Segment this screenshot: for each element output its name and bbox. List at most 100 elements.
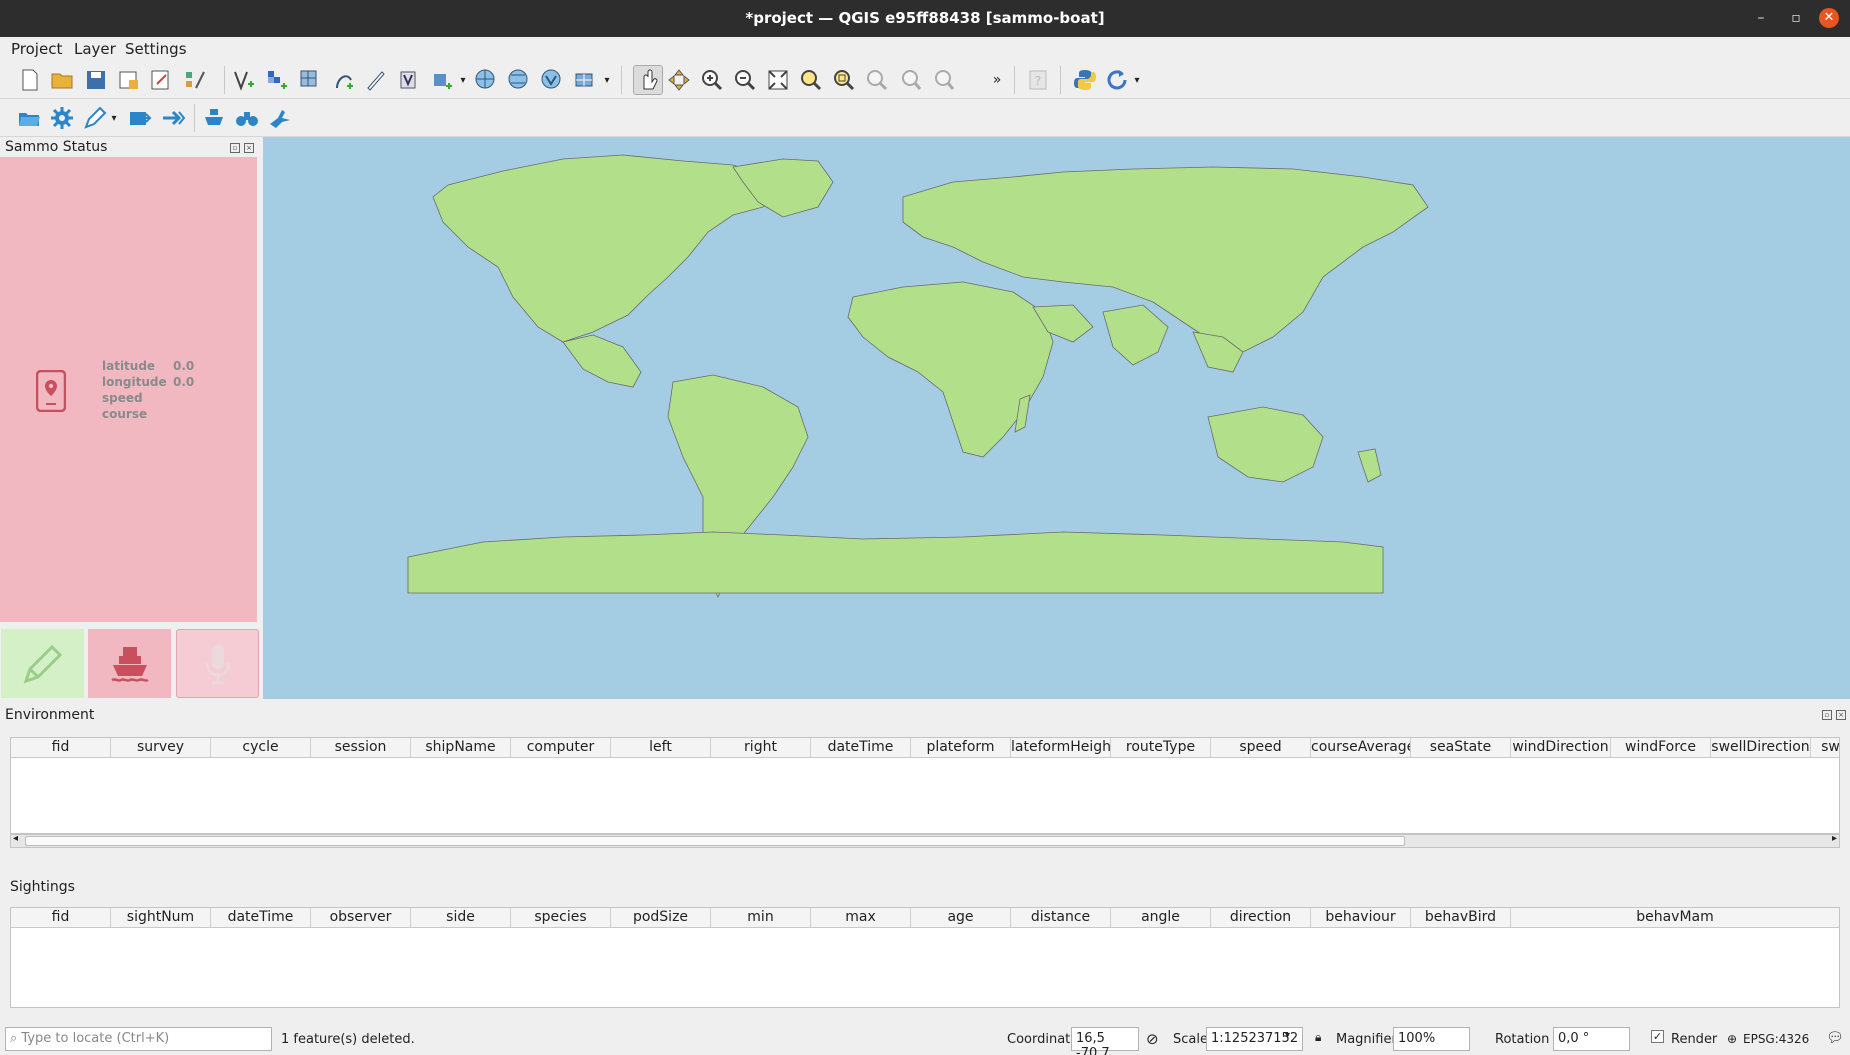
chevron-down-icon[interactable]: ▾: [457, 67, 469, 93]
column-header-direction[interactable]: direction: [1211, 908, 1311, 927]
column-header-sightnum[interactable]: sightNum: [111, 908, 211, 927]
restore-button[interactable]: ▫: [1786, 8, 1806, 28]
column-header-plateform[interactable]: plateform: [911, 738, 1011, 757]
scroll-left-icon[interactable]: ◂: [13, 833, 18, 844]
microphone-button[interactable]: [176, 629, 259, 698]
chevron-down-icon[interactable]: ▾: [1131, 67, 1143, 93]
environment-horizontal-scrollbar[interactable]: ◂ ▸: [10, 833, 1840, 848]
zoom-to-layer-icon[interactable]: [831, 67, 857, 93]
rotation-field[interactable]: 0,0 °: [1553, 1027, 1630, 1051]
column-header-survey[interactable]: survey: [111, 738, 211, 757]
column-header-lateformheigh[interactable]: lateformHeigh: [1011, 738, 1111, 757]
column-header-speed[interactable]: speed: [1211, 738, 1311, 757]
minimize-button[interactable]: –: [1751, 8, 1771, 28]
edit-mode-button[interactable]: [1, 629, 84, 698]
column-header-shipname[interactable]: shipName: [411, 738, 511, 757]
zoom-to-selection-icon[interactable]: [798, 67, 824, 93]
coordinate-field[interactable]: 16,5 -70,7: [1071, 1027, 1139, 1055]
add-vector-tile-icon[interactable]: [572, 67, 598, 93]
new-mesh-layer-icon[interactable]: [297, 67, 323, 93]
python-console-icon[interactable]: [1072, 67, 1098, 93]
new-virtual-layer-icon[interactable]: [396, 67, 422, 93]
new-temporary-layer-icon[interactable]: [330, 67, 356, 93]
toolbar-overflow-icon[interactable]: »: [989, 67, 1005, 93]
add-wms-layer-icon[interactable]: [473, 67, 499, 93]
dock-close-icon[interactable]: ×: [1836, 710, 1846, 720]
column-header-seastate[interactable]: seaState: [1411, 738, 1511, 757]
forward-arrow-icon[interactable]: [160, 105, 186, 131]
chevron-down-icon[interactable]: ▾: [1285, 1030, 1290, 1041]
edit-pencil-icon[interactable]: [82, 105, 108, 131]
column-header-distance[interactable]: distance: [1011, 908, 1111, 927]
add-wfs-layer-icon[interactable]: [506, 67, 532, 93]
column-header-courseaverage[interactable]: courseAverage: [1311, 738, 1411, 757]
zoom-in-icon[interactable]: [699, 67, 725, 93]
column-header-sw[interactable]: sw: [1811, 738, 1839, 757]
column-header-left[interactable]: left: [611, 738, 711, 757]
column-header-datetime[interactable]: dateTime: [211, 908, 311, 927]
column-header-swelldirection[interactable]: swellDirection: [1711, 738, 1811, 757]
column-header-fid[interactable]: fid: [11, 908, 111, 927]
column-header-min[interactable]: min: [711, 908, 811, 927]
scroll-right-icon[interactable]: ▸: [1832, 833, 1837, 844]
export-icon[interactable]: [127, 105, 153, 131]
menu-project[interactable]: Project: [11, 40, 62, 58]
column-header-computer[interactable]: computer: [511, 738, 611, 757]
bird-icon[interactable]: [267, 105, 293, 131]
dock-close-icon[interactable]: ×: [244, 143, 254, 153]
map-canvas[interactable]: [263, 137, 1850, 699]
column-header-angle[interactable]: angle: [1111, 908, 1211, 927]
column-header-routetype[interactable]: routeType: [1111, 738, 1211, 757]
column-header-cycle[interactable]: cycle: [211, 738, 311, 757]
scrollbar-thumb[interactable]: [25, 836, 1405, 846]
zoom-full-icon[interactable]: [765, 67, 791, 93]
locator-search-input[interactable]: ⌕ Type to locate (Ctrl+K): [5, 1027, 272, 1051]
menu-settings[interactable]: Settings: [125, 40, 187, 58]
column-header-observer[interactable]: observer: [311, 908, 411, 927]
boat-icon[interactable]: [201, 105, 227, 131]
extents-toggle-icon[interactable]: ⊘: [1146, 1030, 1159, 1048]
layout-manager-icon[interactable]: [148, 67, 174, 93]
binoculars-icon[interactable]: [234, 105, 260, 131]
column-header-behaviour[interactable]: behaviour: [1311, 908, 1411, 927]
add-layer-dropdown-icon[interactable]: [429, 67, 455, 93]
environment-table[interactable]: fid survey cycle session shipName computer lef…: [10, 737, 1840, 834]
column-header-right[interactable]: right: [711, 738, 811, 757]
render-checkbox[interactable]: ✓: [1651, 1030, 1664, 1043]
lock-scale-icon[interactable]: 🔒︎: [1315, 1030, 1321, 1045]
style-manager-icon[interactable]: [182, 67, 208, 93]
column-header-side[interactable]: side: [411, 908, 511, 927]
column-header-windforce[interactable]: windForce: [1611, 738, 1711, 757]
menu-layer[interactable]: Layer: [74, 40, 116, 58]
session-boat-button[interactable]: [88, 629, 171, 698]
add-wcs-layer-icon[interactable]: [539, 67, 565, 93]
column-header-session[interactable]: session: [311, 738, 411, 757]
column-header-datetime[interactable]: dateTime: [811, 738, 911, 757]
print-layout-icon[interactable]: [116, 67, 142, 93]
pan-to-selection-icon[interactable]: [666, 67, 692, 93]
magnifier-field[interactable]: 100%: [1393, 1027, 1470, 1051]
close-button[interactable]: ✕: [1819, 8, 1839, 28]
column-header-fid[interactable]: fid: [11, 738, 111, 757]
new-annotation-layer-icon[interactable]: [363, 67, 389, 93]
zoom-last-icon[interactable]: [897, 67, 923, 93]
column-header-behavbird[interactable]: behavBird: [1411, 908, 1511, 927]
chevron-down-icon[interactable]: ▾: [601, 67, 613, 93]
new-project-icon[interactable]: [17, 67, 43, 93]
zoom-next-icon[interactable]: [930, 67, 956, 93]
plugin-reload-icon[interactable]: [1104, 67, 1130, 93]
open-project-icon[interactable]: [49, 67, 75, 93]
messages-icon[interactable]: 💬︎: [1826, 1030, 1844, 1046]
zoom-native-icon[interactable]: [864, 67, 890, 93]
column-header-species[interactable]: species: [511, 908, 611, 927]
column-header-podsize[interactable]: podSize: [611, 908, 711, 927]
new-vector-layer-icon[interactable]: [231, 67, 257, 93]
column-header-age[interactable]: age: [911, 908, 1011, 927]
chevron-down-icon[interactable]: ▾: [108, 105, 120, 131]
open-folder-icon[interactable]: [16, 105, 42, 131]
help-icon[interactable]: ?: [1025, 67, 1051, 93]
sightings-table[interactable]: fid sightNum dateTime observer side species po…: [10, 907, 1840, 1008]
dock-float-icon[interactable]: ▫: [230, 143, 240, 153]
crs-button[interactable]: EPSG:4326: [1743, 1032, 1809, 1046]
column-header-behavmam[interactable]: behavMam: [1511, 908, 1839, 927]
